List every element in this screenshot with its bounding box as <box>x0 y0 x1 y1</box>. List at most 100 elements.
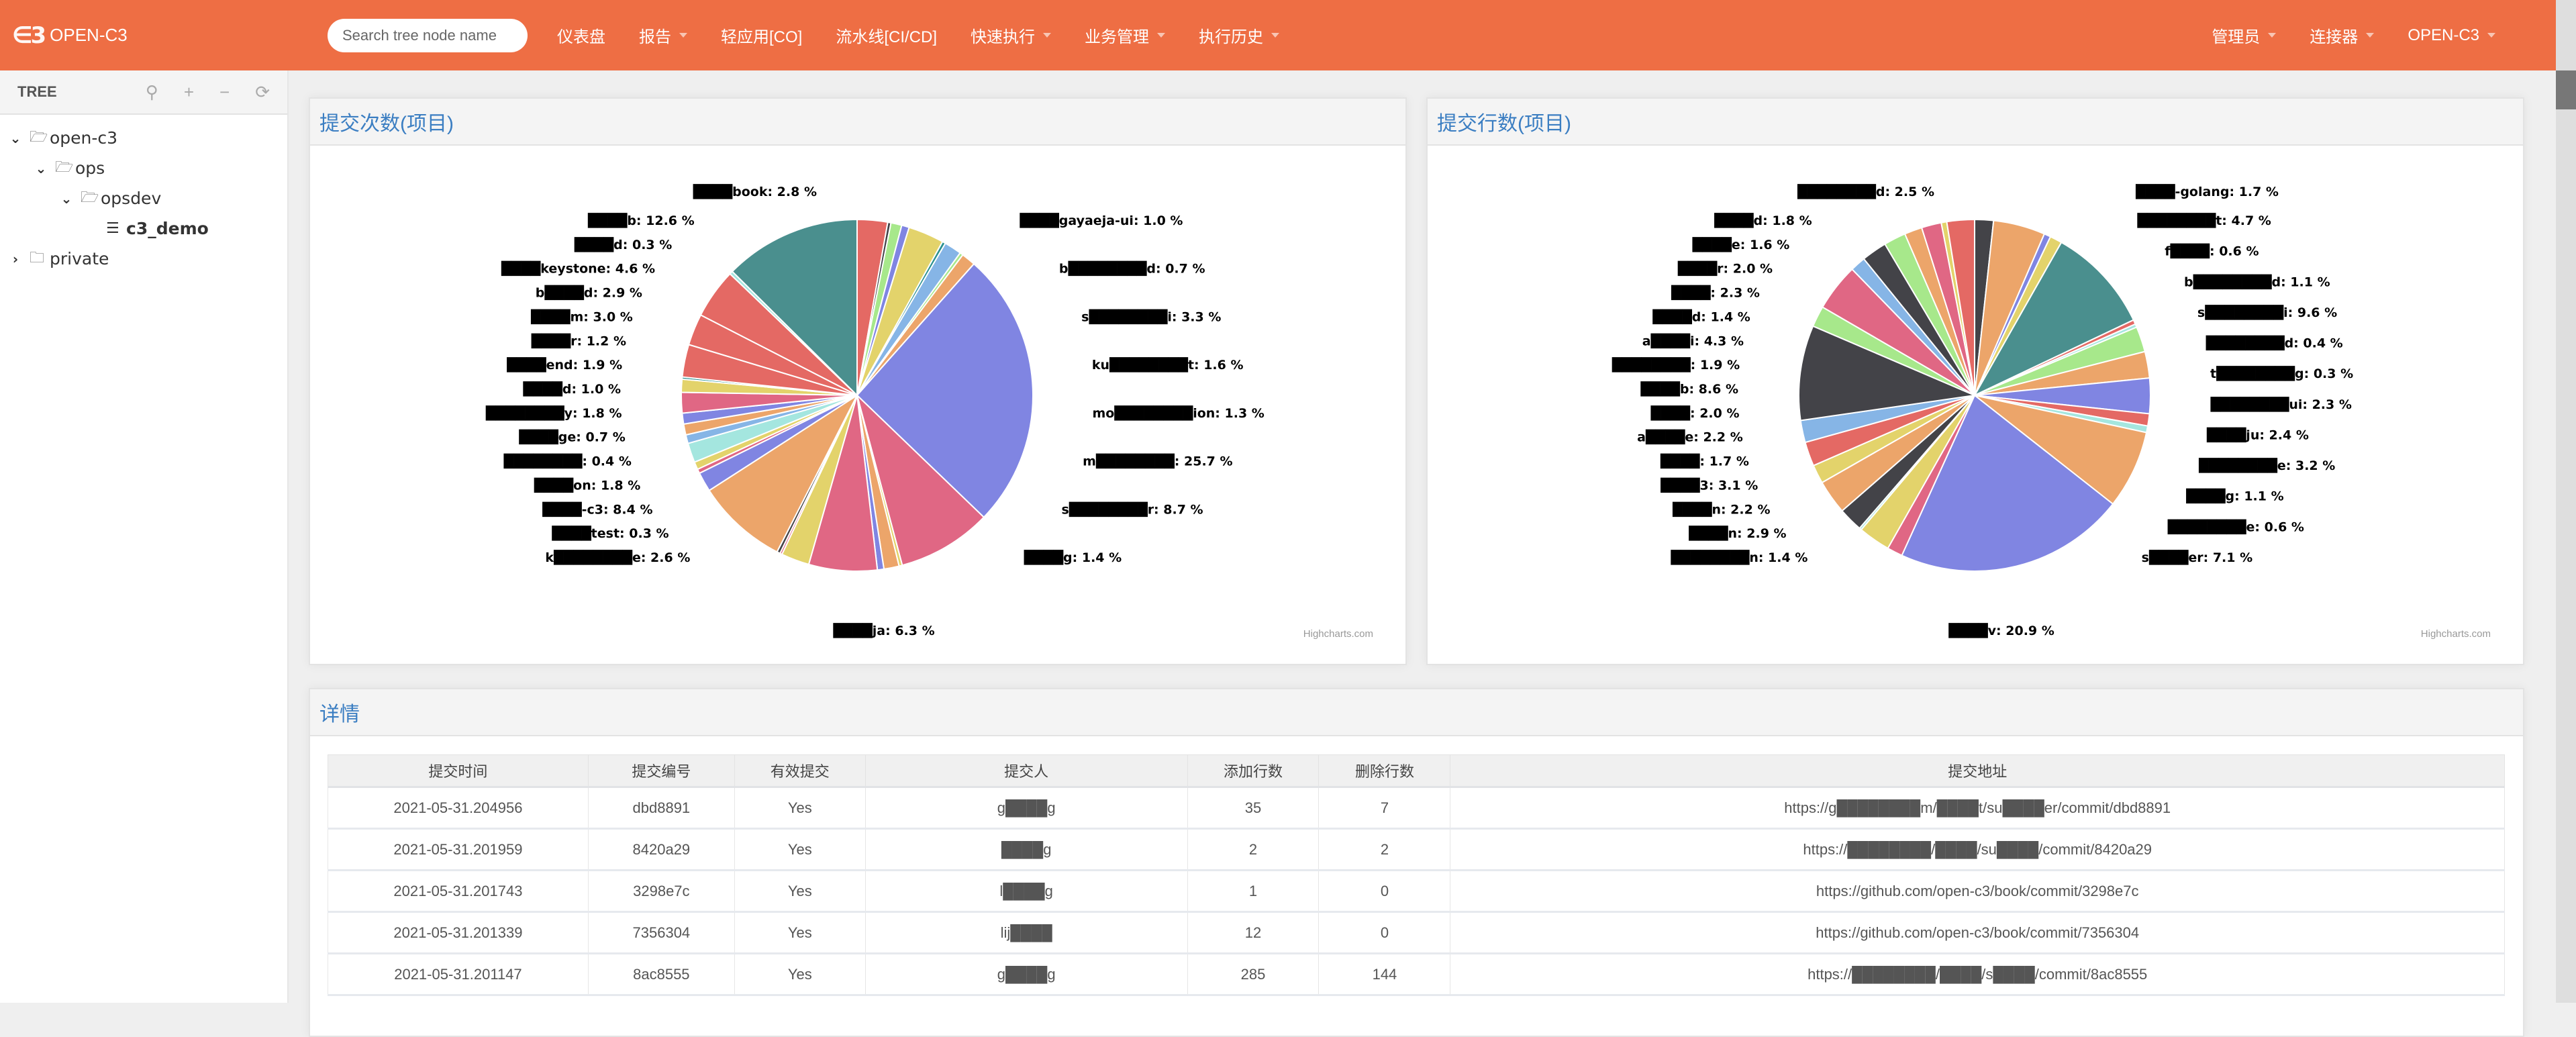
nav-label: 业务管理 <box>1085 28 1150 46</box>
pie-data-label: s████████i: 9.6 % <box>2197 305 2337 320</box>
plus-icon[interactable]: + <box>184 82 194 103</box>
page-scrollbar[interactable] <box>2556 0 2576 1003</box>
column-header[interactable]: 添加行数 <box>1187 754 1320 788</box>
cell-url[interactable]: https://████████/████/su████/commit/8420… <box>1450 828 2505 871</box>
tree: ⌄ 🗁 open-c3 ⌄ 🗁 ops ⌄ 🗁 opsdev ☰ c3_demo › 🗀 private <box>0 115 287 274</box>
panel-header: 详情 <box>310 689 2523 736</box>
pie-data-label: ████end: 1.9 % <box>506 357 622 373</box>
tree-node[interactable]: ⌄ 🗁 ops <box>0 153 287 183</box>
nav-label: 仪表盘 <box>557 28 605 46</box>
cell-valid: Yes <box>734 870 866 913</box>
pie-data-label: t████████g: 0.3 % <box>2210 366 2353 381</box>
cell-valid: Yes <box>734 911 866 954</box>
pie-data-label: ████3: 3.1 % <box>1660 477 1758 493</box>
tree-node-label: private <box>50 249 109 268</box>
highcharts-credit[interactable]: Highcharts.com <box>2421 628 2491 640</box>
tree-toolbar: ⚲ + − ⟳ <box>146 82 270 103</box>
pie-data-label: ████: 2.0 % <box>1650 405 1740 421</box>
brand-title: OPEN-C3 <box>50 25 128 45</box>
chevron-down-icon[interactable]: ⌄ <box>34 160 48 177</box>
nav-label: 轻应用[CO] <box>721 28 803 46</box>
chevron-right-icon[interactable]: › <box>8 251 23 267</box>
column-header[interactable]: 有效提交 <box>734 754 866 788</box>
tree-node[interactable]: › 🗀 private <box>0 244 287 274</box>
pie-data-label: ████ge: 0.7 % <box>518 430 625 445</box>
top-navbar: ∈3 OPEN-C3 仪表盘 报告 轻应用[CO] 流水线[CI/CD] 快速执行 业务管… <box>0 0 2556 70</box>
caret-down-icon <box>2268 33 2277 38</box>
column-header[interactable]: 删除行数 <box>1318 754 1451 788</box>
tree-node-label: opsdev <box>101 189 162 208</box>
chevron-down-icon[interactable]: ⌄ <box>59 191 74 207</box>
cell-id: 8420a29 <box>587 828 735 871</box>
pie-data-label: ████test: 0.3 % <box>551 526 668 541</box>
pie-data-label: ████d: 1.4 % <box>1652 309 1750 324</box>
cell-id: 8ac8555 <box>587 953 735 996</box>
right-item[interactable]: 管理员 <box>2212 23 2277 47</box>
pie-data-label: ████: 1.7 % <box>1660 454 1749 469</box>
sliders-icon: ☰ <box>106 220 119 237</box>
panel-header: 提交行数(项目) <box>1428 99 2523 146</box>
right-item[interactable]: OPEN-C3 <box>2408 26 2495 45</box>
tree-node-label: c3_demo <box>126 219 209 238</box>
cell-valid: Yes <box>734 787 866 830</box>
cell-added: 35 <box>1187 787 1320 830</box>
nav-label: OPEN-C3 <box>2408 26 2479 44</box>
column-header[interactable]: 提交时间 <box>328 754 589 788</box>
caret-down-icon <box>679 33 687 38</box>
pie-data-label: ████e: 1.6 % <box>1691 237 1789 252</box>
logo-icon: ∈3 <box>12 21 46 49</box>
column-header[interactable]: 提交编号 <box>587 754 735 788</box>
cell-url[interactable]: https://g████████m/████t/su████er/commit… <box>1450 787 2505 830</box>
pie-data-label: ████n: 2.2 % <box>1672 501 1771 517</box>
tree-node[interactable]: ☰ c3_demo <box>0 213 287 244</box>
column-header[interactable]: 提交人 <box>864 754 1188 788</box>
pie-data-label: ████ja: 6.3 % <box>832 623 934 638</box>
table-row: 2021-05-31.201339 7356304 Yes lij████ 12 0 htt… <box>328 911 2505 954</box>
cell-deleted: 0 <box>1318 870 1451 913</box>
scrollbar-thumb[interactable] <box>2556 70 2576 109</box>
refresh-icon[interactable]: ⟳ <box>255 82 270 103</box>
tree-node[interactable]: ⌄ 🗁 opsdev <box>0 183 287 213</box>
nav-label: 报告 <box>639 28 671 46</box>
cell-deleted: 0 <box>1318 911 1451 954</box>
tree-node[interactable]: ⌄ 🗁 open-c3 <box>0 123 287 153</box>
cell-time: 2021-05-31.201959 <box>328 828 589 871</box>
left-item[interactable]: 执行历史 <box>1199 23 1280 47</box>
column-header[interactable]: 提交地址 <box>1450 754 2505 788</box>
pie-data-label: ████-golang: 1.7 % <box>2135 184 2279 199</box>
left-item[interactable]: 业务管理 <box>1085 23 1166 47</box>
left-item[interactable]: 轻应用[CO] <box>721 23 802 47</box>
pie-data-label: ████ju: 2.4 % <box>2206 427 2309 442</box>
highcharts-credit[interactable]: Highcharts.com <box>1303 628 1373 640</box>
pie-data-label: ████████e: 0.6 % <box>2167 519 2304 534</box>
pie-data-label: a████e: 2.2 % <box>1637 430 1743 445</box>
cell-time: 2021-05-31.201339 <box>328 911 589 954</box>
pie-data-label: ku████████t: 1.6 % <box>1092 357 1244 373</box>
minus-icon[interactable]: − <box>219 82 230 103</box>
pie-data-label: ████████n: 1.4 % <box>1670 550 1807 565</box>
cell-url[interactable]: https://████████/████/s████/commit/8ac85… <box>1450 953 2505 996</box>
pie-data-label: ████on: 1.8 % <box>534 477 641 493</box>
left-item[interactable]: 仪表盘 <box>557 23 605 47</box>
chevron-down-icon[interactable]: ⌄ <box>8 130 23 146</box>
cell-author: g████g <box>864 953 1188 996</box>
pie-data-label: ████b: 12.6 % <box>587 213 695 228</box>
left-item[interactable]: 报告 <box>639 23 687 47</box>
left-item[interactable]: 流水线[CI/CD] <box>836 23 937 47</box>
pie-data-label: ████g: 1.1 % <box>2185 489 2284 504</box>
map-marker-icon[interactable]: ⚲ <box>146 82 158 103</box>
pie-data-label: s████████r: 8.7 % <box>1061 501 1203 517</box>
main-nav: 仪表盘 报告 轻应用[CO] 流水线[CI/CD] 快速执行 业务管理 执行历史 <box>557 23 1313 47</box>
cell-url[interactable]: https://github.com/open-c3/book/commit/3… <box>1450 870 2505 913</box>
nav-label: 快速执行 <box>971 28 1036 46</box>
table-row: 2021-05-31.201147 8ac8555 Yes g████g 285 144 h… <box>328 953 2505 996</box>
right-item[interactable]: 连接器 <box>2310 23 2375 47</box>
tree-search-input[interactable] <box>328 18 528 52</box>
brand[interactable]: ∈3 OPEN-C3 <box>12 22 301 49</box>
caret-down-icon <box>1271 33 1280 38</box>
pie-data-label: k████████e: 2.6 % <box>545 550 690 565</box>
left-item[interactable]: 快速执行 <box>971 23 1052 47</box>
commit-count-panel: 提交次数(项目) ████book: 2.8 % ████gayaeja-ui: … <box>309 97 1407 665</box>
cell-url[interactable]: https://github.com/open-c3/book/commit/7… <box>1450 911 2505 954</box>
cell-deleted: 2 <box>1318 828 1451 871</box>
